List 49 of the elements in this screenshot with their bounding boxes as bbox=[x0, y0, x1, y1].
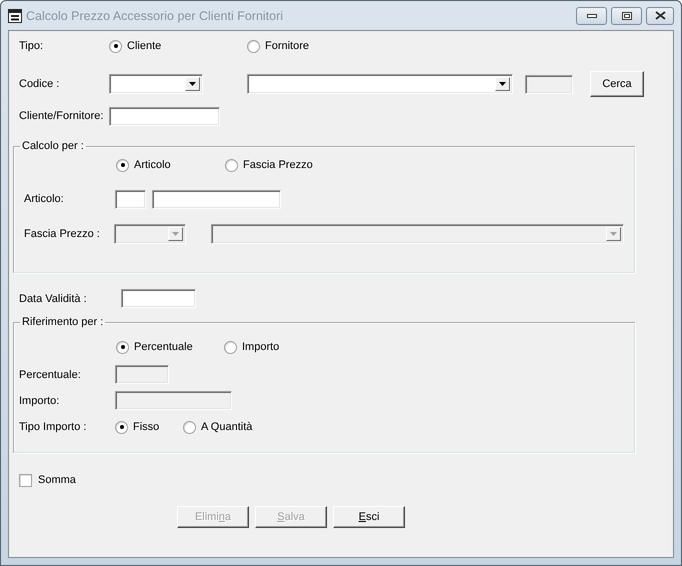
radio-label[interactable]: Percentuale bbox=[134, 341, 193, 353]
field-label: Tipo Importo : bbox=[19, 421, 88, 433]
radio-button[interactable] bbox=[109, 40, 122, 52]
checkbox[interactable] bbox=[19, 474, 32, 486]
radio-label[interactable]: A Quantità bbox=[201, 421, 252, 433]
text-field[interactable] bbox=[115, 190, 146, 208]
minimize-icon bbox=[586, 14, 596, 18]
field-label: Importo: bbox=[19, 394, 60, 406]
radio-label[interactable]: Articolo bbox=[134, 159, 171, 171]
caret-icon bbox=[499, 82, 506, 86]
radio-label[interactable]: Fascia Prezzo bbox=[243, 159, 313, 171]
radio-button[interactable] bbox=[115, 420, 128, 434]
group-title: Calcolo per : bbox=[21, 140, 85, 152]
close-icon bbox=[654, 11, 666, 20]
radio-button[interactable] bbox=[225, 158, 238, 172]
field-label: Codice : bbox=[19, 78, 60, 90]
field-label: Percentuale: bbox=[19, 368, 82, 380]
field-label: Cliente/Fornitore: bbox=[19, 110, 104, 122]
checkbox-label[interactable]: Somma bbox=[38, 474, 76, 486]
text-field[interactable] bbox=[121, 289, 196, 308]
text-field[interactable] bbox=[152, 190, 281, 208]
radio-button[interactable] bbox=[116, 340, 129, 354]
window-title: Calcolo Prezzo Accessorio per Clienti Fornitori bbox=[26, 8, 284, 22]
caret-icon bbox=[189, 82, 196, 86]
radio-button[interactable] bbox=[116, 158, 129, 172]
field-label: Tipo: bbox=[19, 40, 44, 52]
maximize-icon bbox=[622, 12, 632, 20]
group-title: Riferimento per : bbox=[21, 316, 104, 328]
radio-button[interactable] bbox=[247, 40, 260, 52]
close-button[interactable] bbox=[646, 6, 674, 24]
field-label: Fascia Prezzo : bbox=[24, 228, 101, 240]
action-button[interactable]: Esci bbox=[333, 506, 405, 528]
radio-label[interactable]: Fisso bbox=[133, 421, 160, 433]
caret-icon bbox=[172, 232, 179, 236]
combo-box[interactable] bbox=[247, 74, 513, 94]
text-field[interactable] bbox=[109, 106, 220, 126]
field-label: Data Validità : bbox=[19, 292, 88, 304]
search-button[interactable]: Cerca bbox=[590, 71, 644, 97]
maximize-button[interactable] bbox=[611, 6, 642, 24]
minimize-button[interactable] bbox=[576, 6, 607, 24]
combo-box[interactable] bbox=[109, 74, 203, 94]
radio-button[interactable] bbox=[224, 340, 237, 354]
field-label: Articolo: bbox=[24, 193, 65, 205]
caret-icon bbox=[610, 232, 617, 236]
radio-label[interactable]: Cliente bbox=[127, 40, 162, 52]
radio-label[interactable]: Importo bbox=[242, 341, 280, 353]
radio-button[interactable] bbox=[183, 420, 196, 434]
radio-label[interactable]: Fornitore bbox=[265, 40, 310, 52]
form-icon bbox=[8, 8, 22, 22]
